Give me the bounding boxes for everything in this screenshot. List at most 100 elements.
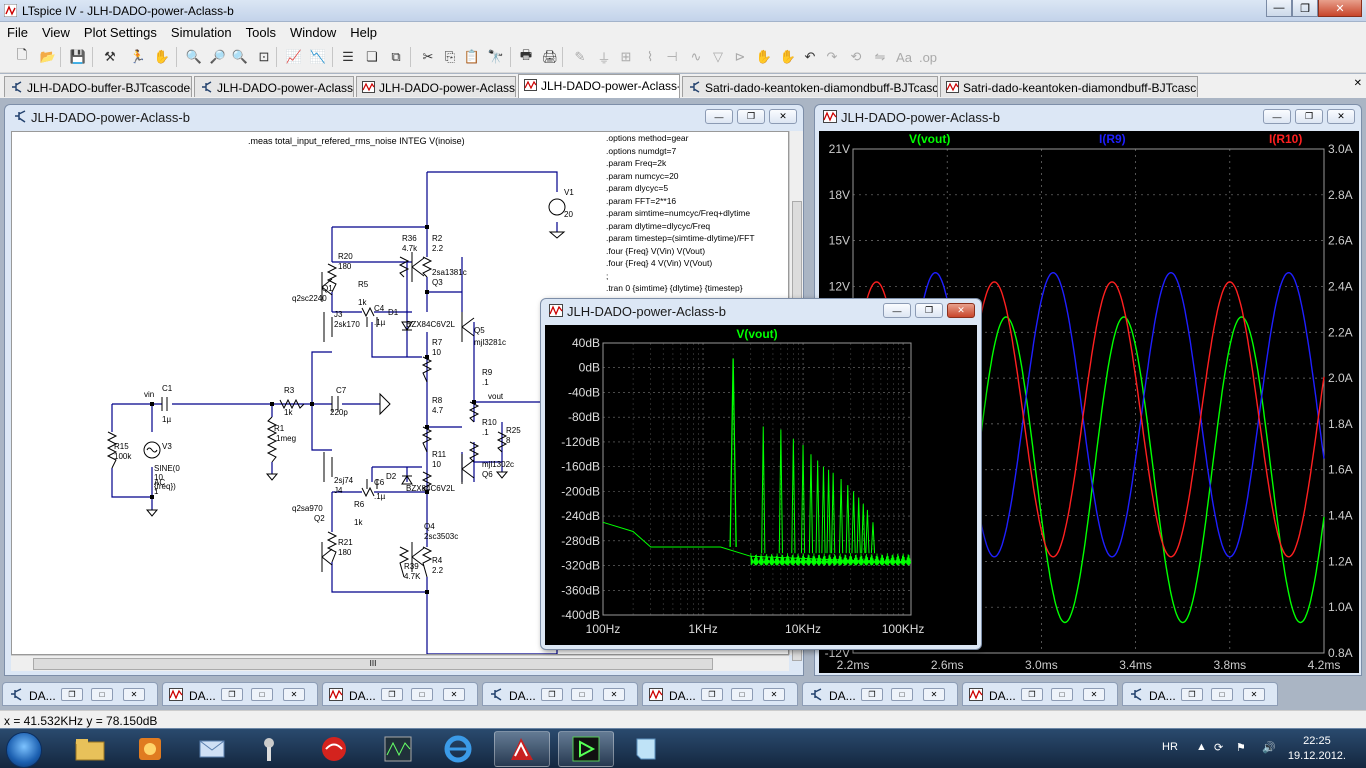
spice-directive-icon[interactable]: .op bbox=[918, 48, 938, 66]
scroll-thumb[interactable]: III bbox=[33, 658, 713, 670]
zoom-fit-icon[interactable]: ⊡ bbox=[254, 48, 274, 66]
close-button[interactable]: ✕ bbox=[923, 688, 945, 701]
restore-button[interactable]: ❐ bbox=[1021, 688, 1043, 701]
scope-taskbar-icon[interactable] bbox=[370, 731, 426, 767]
component-icon[interactable]: ⊳ bbox=[730, 48, 750, 66]
label-net-icon[interactable]: ⊞ bbox=[616, 48, 636, 66]
find-icon[interactable]: 🔭 bbox=[486, 48, 506, 66]
drag-icon[interactable]: ✋ bbox=[778, 48, 798, 66]
zoom-in-icon[interactable]: 🔍 bbox=[184, 48, 204, 66]
restore-button[interactable]: ❐ bbox=[1181, 688, 1203, 701]
autorange-icon[interactable]: 📈 bbox=[284, 48, 304, 66]
open-icon[interactable]: 📂 bbox=[38, 48, 58, 66]
player-taskbar-icon[interactable] bbox=[558, 731, 614, 767]
close-button[interactable]: ✕ bbox=[1243, 688, 1265, 701]
copy-icon[interactable]: ⎘ bbox=[440, 48, 460, 66]
maximize-button[interactable]: □ bbox=[91, 688, 113, 701]
close-button[interactable]: ✕ bbox=[763, 688, 785, 701]
tile-horizontal-icon[interactable]: ☰ bbox=[338, 48, 358, 66]
capacitor-icon[interactable]: ⊣ bbox=[662, 48, 682, 66]
text-icon[interactable]: Aa bbox=[894, 48, 914, 66]
mirror-icon[interactable]: ⇋ bbox=[870, 48, 890, 66]
print-icon[interactable]: 🖨 bbox=[540, 48, 560, 66]
zoom-out-icon[interactable]: 🔍 bbox=[230, 48, 250, 66]
tab-buffer-cascode[interactable]: JLH-DADO-buffer-BJTcascode-c bbox=[4, 76, 192, 97]
new-schematic-icon[interactable]: 🗋 bbox=[12, 47, 32, 66]
meas-directive[interactable]: .meas total_input_refered_rms_noise INTE… bbox=[248, 136, 465, 146]
restore-button[interactable]: ❐ bbox=[381, 688, 403, 701]
maximize-button[interactable]: □ bbox=[251, 688, 273, 701]
draw-wire-icon[interactable]: ✎ bbox=[570, 48, 590, 66]
close-button[interactable]: ✕ bbox=[1083, 688, 1105, 701]
paste-icon[interactable]: 📋 bbox=[462, 48, 482, 66]
fft-minimize-button[interactable]: — bbox=[883, 303, 911, 318]
schematic-restore-button[interactable]: ❐ bbox=[737, 109, 765, 124]
maximize-button[interactable]: ❐ bbox=[1292, 0, 1318, 17]
pan-icon[interactable]: 🔎 bbox=[208, 48, 228, 66]
tray-expand-icon[interactable]: ▲ bbox=[1196, 741, 1207, 753]
sync-icon[interactable]: ⟳ bbox=[1214, 741, 1223, 754]
maximize-button[interactable]: □ bbox=[731, 688, 753, 701]
restore-button[interactable]: ❐ bbox=[541, 688, 563, 701]
menu-tools[interactable]: Tools bbox=[239, 22, 283, 41]
close-button[interactable]: ✕ bbox=[123, 688, 145, 701]
move-icon[interactable]: ✋ bbox=[754, 48, 774, 66]
print-setup-icon[interactable]: 🖶 bbox=[516, 47, 536, 66]
tab-power-aclass-plot-1[interactable]: JLH-DADO-power-Aclass-b bbox=[356, 76, 516, 97]
volume-icon[interactable]: 🔊 bbox=[1262, 741, 1276, 754]
save-icon[interactable]: 💾 bbox=[68, 48, 88, 66]
mail-taskbar-icon[interactable] bbox=[184, 731, 240, 767]
clock[interactable]: 22:25 19.12.2012. bbox=[1288, 734, 1346, 764]
fft-restore-button[interactable]: ❐ bbox=[915, 303, 943, 318]
diode-icon[interactable]: ▽ bbox=[708, 48, 728, 66]
waveform-minimize-button[interactable]: — bbox=[1263, 109, 1291, 124]
minimized-window[interactable]: DA... ❐ □ ✕ bbox=[162, 682, 318, 706]
close-button[interactable]: ✕ bbox=[443, 688, 465, 701]
tool-taskbar-icon[interactable] bbox=[244, 731, 300, 767]
ltspice-taskbar-icon[interactable] bbox=[494, 731, 550, 767]
maximize-button[interactable]: □ bbox=[891, 688, 913, 701]
waveform-close-button[interactable]: ✕ bbox=[1327, 109, 1355, 124]
minimized-window[interactable]: DA... ❐ □ ✕ bbox=[962, 682, 1118, 706]
schematic-minimize-button[interactable]: — bbox=[705, 109, 733, 124]
tab-scroll-right[interactable]: ✕ bbox=[1354, 78, 1362, 89]
halt-icon[interactable]: ✋ bbox=[152, 48, 172, 66]
minimized-window[interactable]: DA... ❐ □ ✕ bbox=[322, 682, 478, 706]
control-panel-icon[interactable]: ⚒ bbox=[100, 48, 120, 66]
app-taskbar-icon[interactable] bbox=[122, 731, 178, 767]
menu-window[interactable]: Window bbox=[283, 22, 343, 41]
flag-icon[interactable]: ⚑ bbox=[1236, 741, 1246, 754]
schematic-close-button[interactable]: ✕ bbox=[769, 109, 797, 124]
schematic-horizontal-scrollbar[interactable]: III bbox=[11, 655, 789, 671]
cut-icon[interactable]: ✂ bbox=[418, 48, 438, 66]
minimized-window[interactable]: DA... ❐ □ ✕ bbox=[802, 682, 958, 706]
resistor-icon[interactable]: ⌇ bbox=[640, 48, 660, 66]
cascade-icon[interactable]: ❏ bbox=[362, 48, 382, 66]
run-icon[interactable]: 🏃 bbox=[128, 48, 148, 66]
minimized-window[interactable]: DA... ❐ □ ✕ bbox=[482, 682, 638, 706]
antivirus-taskbar-icon[interactable] bbox=[306, 731, 362, 767]
minimize-button[interactable]: — bbox=[1266, 0, 1292, 17]
menu-plot-settings[interactable]: Plot Settings bbox=[77, 22, 164, 41]
menu-simulation[interactable]: Simulation bbox=[164, 22, 239, 41]
fft-icon[interactable]: 📉 bbox=[308, 48, 328, 66]
close-button[interactable]: ✕ bbox=[283, 688, 305, 701]
tab-satri-plot[interactable]: Satri-dado-keantoken-diamondbuff-BJTcasc… bbox=[940, 76, 1198, 97]
fft-plot[interactable]: 40dB 0dB -40dB -80dB -120dB -160dB -200dB -240d… bbox=[545, 325, 977, 645]
minimized-window[interactable]: DA... ❐ □ ✕ bbox=[1122, 682, 1278, 706]
restore-button[interactable]: ❐ bbox=[861, 688, 883, 701]
tile-vertical-icon[interactable]: ⧉ bbox=[386, 48, 406, 66]
start-button[interactable] bbox=[6, 732, 42, 768]
maximize-button[interactable]: □ bbox=[411, 688, 433, 701]
ground-icon[interactable]: ⏚ bbox=[594, 48, 614, 66]
redo-icon[interactable]: ↷ bbox=[822, 48, 842, 66]
menu-view[interactable]: View bbox=[35, 22, 77, 41]
language-indicator[interactable]: HR bbox=[1162, 741, 1178, 753]
tab-power-aclass-schematic[interactable]: JLH-DADO-power-Aclass-b bbox=[194, 76, 354, 97]
maximize-button[interactable]: □ bbox=[1051, 688, 1073, 701]
maximize-button[interactable]: □ bbox=[1211, 688, 1233, 701]
undo-icon[interactable]: ↶ bbox=[800, 48, 820, 66]
menu-file[interactable]: File bbox=[0, 22, 35, 41]
ie-taskbar-icon[interactable] bbox=[430, 731, 486, 767]
tab-power-aclass-plot-2[interactable]: JLH-DADO-power-Aclass-b bbox=[518, 74, 680, 98]
